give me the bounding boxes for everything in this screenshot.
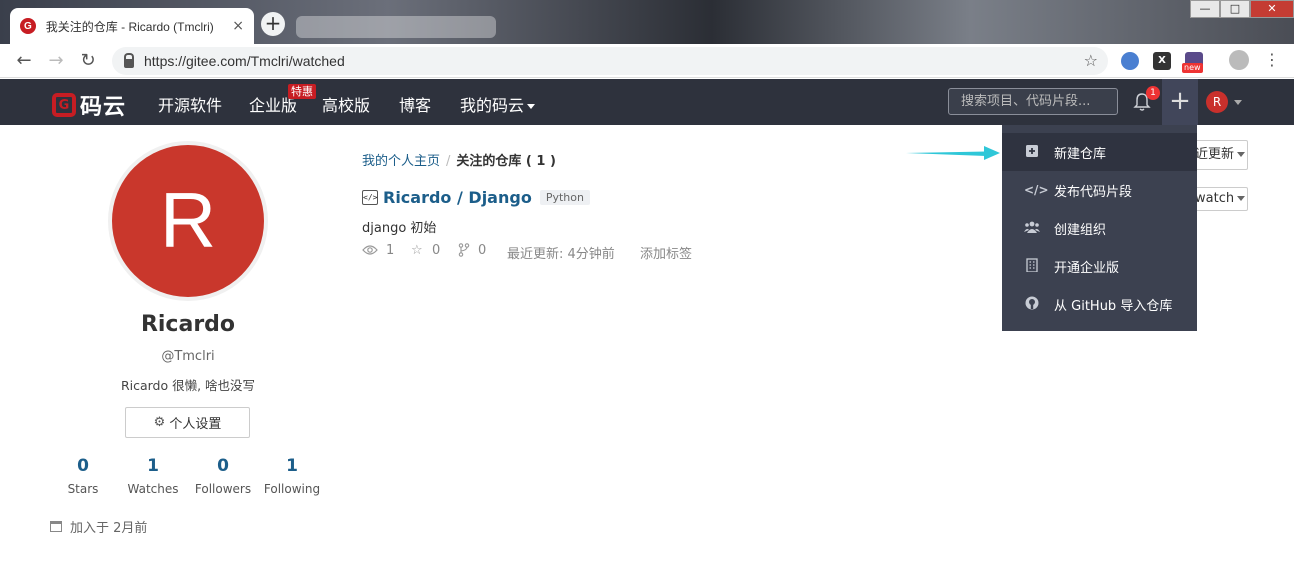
personal-settings-label: 个人设置 [169,417,222,432]
repo-description: django 初始 [362,221,437,236]
address-toolbar: ← → ↻ https://gitee.com/Tmclri/watched ☆… [0,44,1294,78]
repo-name-link[interactable]: Ricardo / Django [383,188,532,207]
menu-item-label: 发布代码片段 [1054,184,1133,200]
chevron-down-icon [1237,152,1246,157]
repo-header: </> Ricardo / Django Python [362,188,590,207]
nav-university[interactable]: 高校版 [322,92,370,116]
breadcrumb-home-link[interactable]: 我的个人主页 [362,154,440,169]
annotation-arrow-icon [906,146,1000,160]
tab-close-icon[interactable]: × [232,18,244,34]
minimize-button[interactable]: — [1190,0,1220,18]
nav-blog[interactable]: 博客 [399,92,431,116]
menu-item-new-repo[interactable]: 新建仓库 [1002,133,1197,171]
stat-followers-value[interactable]: 0 [188,456,258,476]
lock-icon [124,52,134,68]
stat-following-value[interactable]: 1 [257,456,327,476]
user-avatar[interactable]: R [1206,91,1228,113]
joined-text: 加入于 2月前 [70,521,148,536]
joined-date: 加入于 2月前 [50,517,147,536]
sort-dropdown[interactable]: 近更新 [1190,140,1248,170]
nav-my-gitee-label: 我的码云 [460,96,525,115]
maximize-button[interactable]: □ [1220,0,1250,18]
extension-new-badge: new [1182,63,1203,73]
forward-arrow-icon[interactable]: → [46,51,66,71]
watch-filter-dropdown[interactable]: watch [1190,187,1248,211]
profile-name: Ricardo [140,312,236,337]
stat-stars-label[interactable]: Stars [48,482,118,496]
eye-icon [362,245,378,255]
gitee-logo[interactable]: G 码云 [52,89,126,121]
breadcrumb-current: 关注的仓库 ( 1 ) [456,154,556,169]
building-icon [1024,257,1040,275]
code-repo-icon: </> [362,190,378,205]
calendar-icon [50,521,62,532]
url-text: https://gitee.com/Tmclri/watched [144,53,345,69]
enterprise-discount-badge: 特惠 [288,84,316,99]
watch-filter-label: watch [1195,191,1235,206]
profile-handle: @Tmclri [161,349,215,364]
menu-item-create-org[interactable]: 创建组织 [1002,209,1197,247]
menu-item-label: 开通企业版 [1054,260,1120,276]
repo-watch-count[interactable]: 1 [386,243,394,258]
chrome-menu-icon[interactable]: ⋮ [1264,50,1280,70]
code-icon: </> [1024,183,1049,197]
browser-tab[interactable]: G 我关注的仓库 - Ricardo (Tmclri) × [10,8,254,44]
star-outline-icon: ☆ [411,243,423,258]
repo-star-count[interactable]: 0 [432,243,440,258]
repo-fork-count[interactable]: 0 [478,243,486,258]
menu-item-publish-snippet[interactable]: </> 发布代码片段 [1002,171,1197,209]
chevron-down-icon [1237,196,1246,201]
nav-my-gitee[interactable]: 我的码云 [460,92,536,116]
stat-watches-label[interactable]: Watches [118,482,188,496]
stat-followers-label[interactable]: Followers [188,482,258,496]
close-window-button[interactable]: ✕ [1250,0,1294,18]
create-dropdown-menu: 新建仓库 </> 发布代码片段 创建组织 开通企业版 从 GitHub 导入仓库 [1002,125,1197,331]
stat-following-label[interactable]: Following [257,482,327,496]
users-icon [1024,221,1040,236]
menu-item-label: 新建仓库 [1054,146,1107,162]
extension-x-icon[interactable]: X [1153,52,1171,70]
github-icon [1024,296,1040,313]
user-menu-chevron-icon[interactable] [1234,100,1242,105]
create-plus-button[interactable]: + [1162,79,1198,125]
reload-icon[interactable]: ↻ [78,51,98,71]
menu-item-import-github[interactable]: 从 GitHub 导入仓库 [1002,285,1197,323]
plus-square-icon [1024,144,1040,160]
new-tab-button[interactable]: + [261,12,285,36]
profile-avatar: R [108,141,268,301]
nav-open-source[interactable]: 开源软件 [158,92,222,116]
search-input[interactable]: 搜索项目、代码片段... [948,88,1118,115]
gitee-logo-text: 码云 [80,95,127,120]
personal-settings-button[interactable]: ⚙ 个人设置 [125,407,250,438]
profile-bio: Ricardo 很懒, 啥也没写 [120,378,256,393]
back-arrow-icon[interactable]: ← [14,51,34,71]
stat-stars-value[interactable]: 0 [48,456,118,476]
add-tag-link[interactable]: 添加标签 [640,243,692,262]
sort-label: 近更新 [1195,147,1235,162]
repo-updated-time: 最近更新: 4分钟前 [507,247,615,262]
menu-item-enterprise[interactable]: 开通企业版 [1002,247,1197,285]
notification-badge: 1 [1146,86,1160,100]
tab-title: 我关注的仓库 - Ricardo (Tmclri) [45,19,214,34]
gear-icon: ⚙ [153,415,166,430]
menu-item-label: 从 GitHub 导入仓库 [1054,298,1173,314]
gitee-logo-icon: G [52,93,76,117]
background-tab[interactable] [296,16,496,38]
chrome-profile-icon[interactable] [1229,50,1249,70]
repo-language-badge[interactable]: Python [539,190,590,205]
menu-item-label: 创建组织 [1054,222,1107,238]
extension-1-icon[interactable] [1121,52,1139,70]
star-icon[interactable]: ☆ [1084,51,1098,70]
gitee-favicon-icon: G [20,18,36,34]
stat-watches-value[interactable]: 1 [118,456,188,476]
browser-tab-bar: G 我关注的仓库 - Ricardo (Tmclri) × + — □ ✕ [0,0,1294,44]
chevron-down-icon [527,104,536,109]
breadcrumb-separator: / [446,154,451,169]
url-bar[interactable]: https://gitee.com/Tmclri/watched ☆ [112,47,1108,75]
breadcrumb: 我的个人主页 / 关注的仓库 ( 1 ) [362,150,556,169]
fork-icon [458,243,470,257]
